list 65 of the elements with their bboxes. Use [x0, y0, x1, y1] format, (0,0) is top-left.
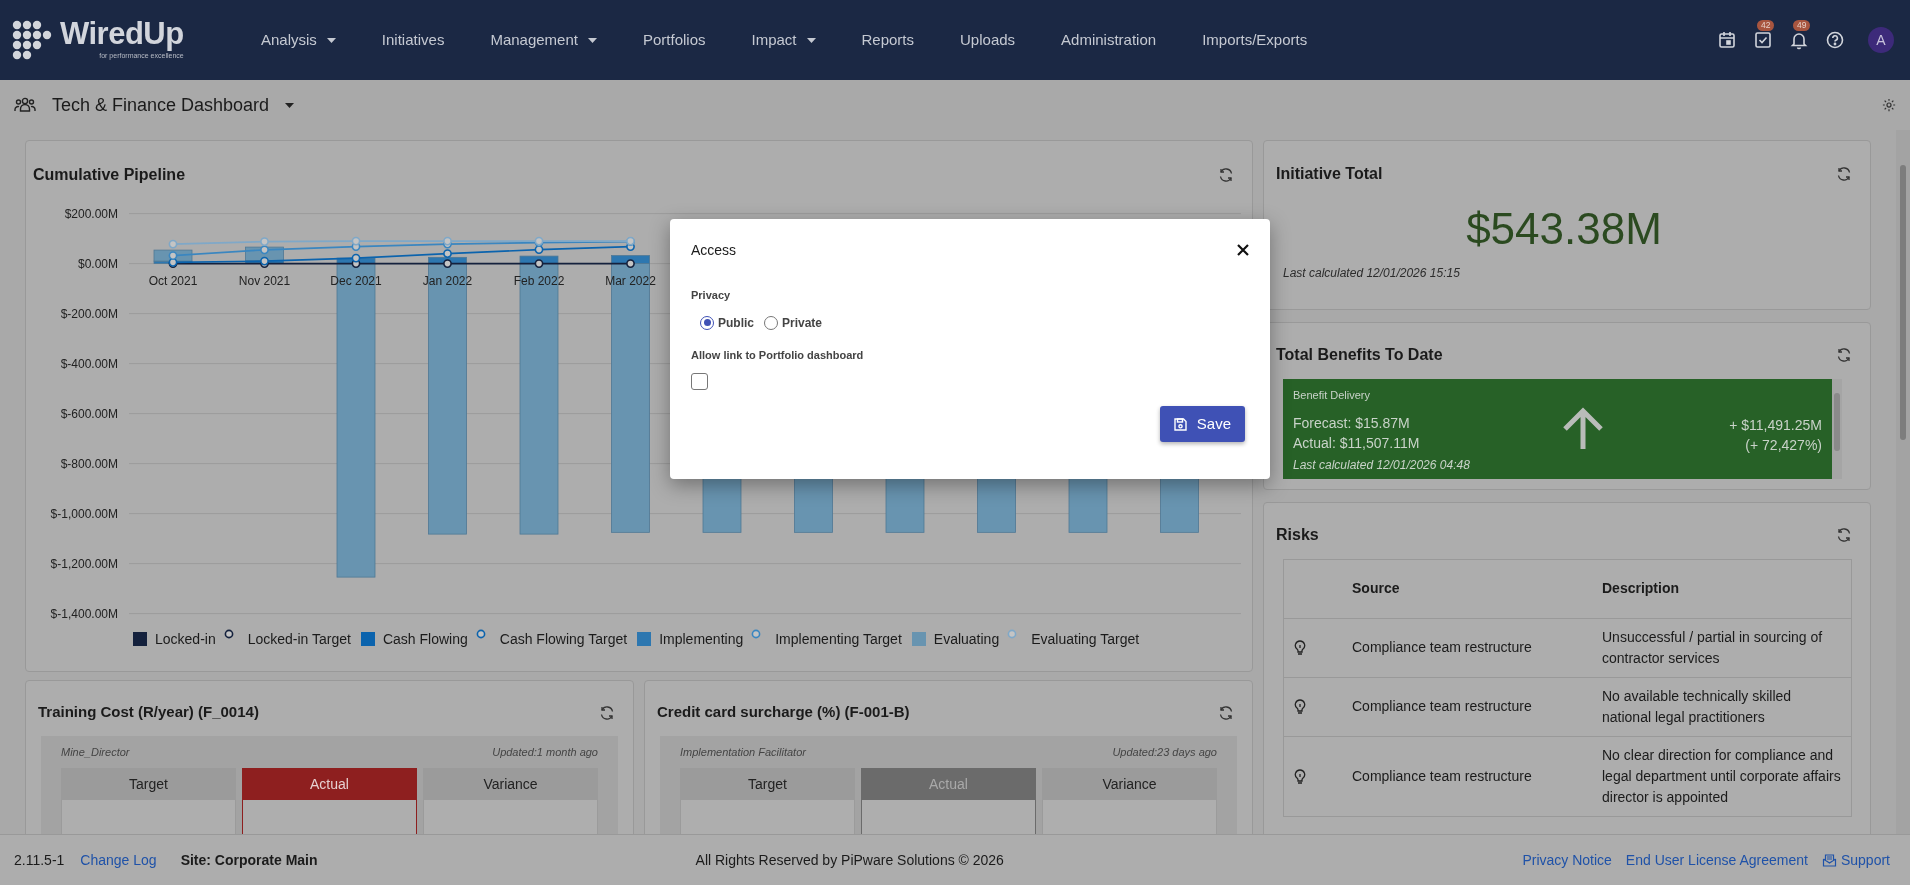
copyright-text: All Rights Reserved by PiPware Solutions © 2026	[695, 850, 1004, 870]
owner-label: Mine_Director	[61, 745, 130, 760]
column-header: Actual	[861, 768, 1036, 800]
total-value: $543.38M	[1465, 203, 1663, 255]
table-cell: Unsuccessful / partial in sourcing of contractor services	[1602, 628, 1823, 666]
field-label: Allow link to Portfolio dashboard	[691, 348, 864, 361]
card-title: Total Benefits To Date	[1276, 345, 1443, 365]
axis-label: Mar 2022	[605, 273, 656, 288]
count-badge: 49	[1793, 20, 1811, 32]
axis-label: $-800.00M	[60, 456, 118, 471]
legend-label: Cash Flowing	[382, 629, 468, 649]
column-header: Source	[1352, 580, 1400, 597]
version-text: 2.11.5-1	[14, 850, 65, 870]
axis-label: Feb 2022	[513, 273, 565, 288]
change-value: + $11,491.25M	[1728, 416, 1822, 435]
site-label: Site: Corporate Main	[180, 850, 318, 870]
legend-label: Implementing Target	[775, 629, 902, 649]
axis-label: $-600.00M	[60, 406, 118, 421]
table-cell: Compliance team restructure	[1352, 639, 1532, 655]
legend-label: Evaluating	[933, 629, 1000, 649]
updated-label: Updated:1 month ago	[492, 745, 598, 760]
card-title: Training Cost (R/year) (F_0014)	[38, 702, 259, 723]
panel-heading: Benefit Delivery	[1293, 388, 1372, 403]
legend-label: Locked-in Target	[247, 629, 351, 649]
column-header: Target	[680, 768, 855, 800]
axis-label: Dec 2021	[330, 273, 382, 288]
last-calculated-text: Last calculated 12/01/2026 04:48	[1293, 456, 1471, 474]
column-header: Variance	[423, 768, 598, 800]
axis-label: Nov 2021	[238, 273, 291, 288]
table-cell: Compliance team restructure	[1352, 698, 1532, 714]
axis-label: $-1,200.00M	[50, 556, 118, 571]
dashboard-title: Tech & Finance Dashboard	[52, 93, 270, 117]
axis-label: $-400.00M	[60, 356, 118, 371]
axis-label: $-1,000.00M	[50, 506, 118, 521]
table-cell: No clear direction for compliance and legal department until corporate affairs director is appointed	[1602, 746, 1841, 805]
card-title: Credit card surcharge (%) (F-001-B)	[657, 702, 910, 723]
column-header: Target	[61, 768, 236, 800]
axis-label: Jan 2022	[422, 273, 473, 288]
forecast-text: Forecast: $15.87M	[1293, 413, 1411, 433]
legend-label: Locked-in	[155, 629, 216, 649]
column-header: Variance	[1042, 768, 1217, 800]
owner-label: Implementation Facilitator	[680, 745, 806, 760]
legend-label: Evaluating Target	[1031, 629, 1140, 649]
legend-label: Cash Flowing Target	[499, 629, 628, 649]
axis-label: $-1,400.00M	[50, 606, 118, 621]
modal-title: Access	[691, 240, 737, 260]
last-calculated-text: Last calculated 12/01/2026 15:15	[1283, 266, 1460, 280]
count-badge: 42	[1757, 20, 1775, 32]
axis-label: $-200.00M	[60, 306, 118, 321]
updated-label: Updated:23 days ago	[1112, 745, 1217, 760]
actual-text: Actual: $11,507.11M	[1293, 433, 1421, 453]
column-header: Description	[1602, 580, 1679, 597]
logo-text: WiredUp	[60, 18, 184, 50]
axis-label: $200.00M	[64, 206, 118, 221]
axis-label: Oct 2021	[148, 273, 198, 288]
axis-label: $0.00M	[77, 256, 118, 271]
change-percent: (+ 72,427%)	[1744, 436, 1822, 455]
card-title: Cumulative Pipeline	[33, 164, 186, 185]
card-title: Risks	[1276, 525, 1319, 545]
card-title: Initiative Total	[1276, 163, 1383, 184]
table-cell: Compliance team restructure	[1352, 767, 1532, 784]
table-cell: No available technically skilled national legal practitioners	[1602, 687, 1792, 725]
column-header: Actual	[242, 768, 417, 800]
legend-label: Implementing	[659, 629, 744, 649]
field-label: Privacy	[691, 289, 731, 301]
